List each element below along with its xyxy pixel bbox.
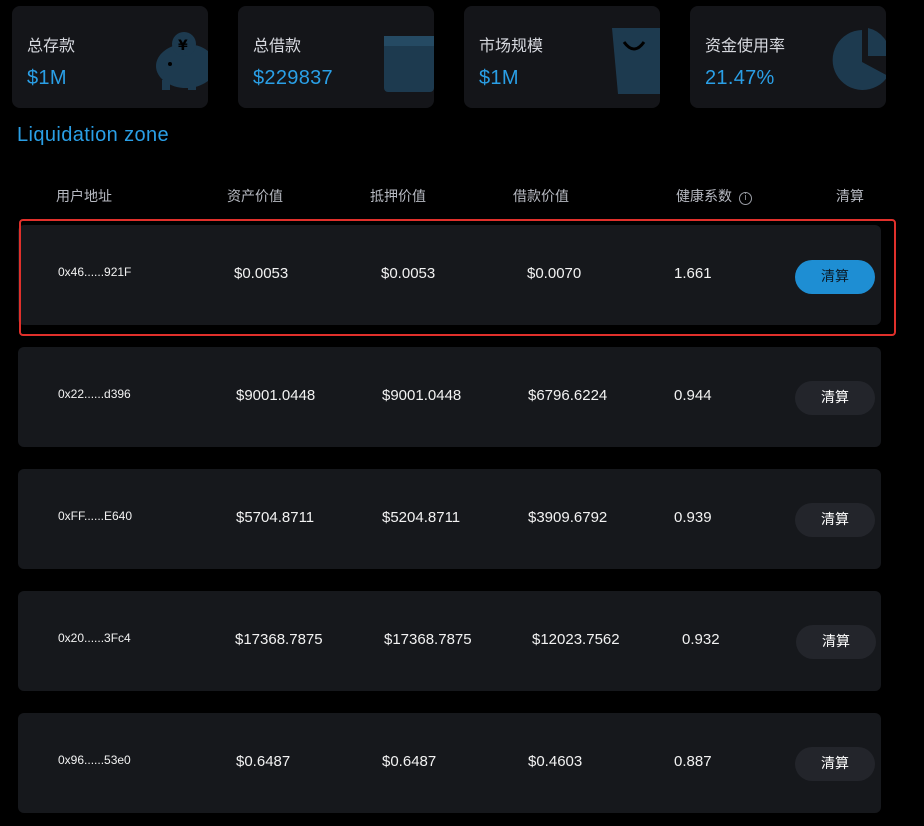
table-row: 0xFF......E640 $5704.8711 $5204.8711 $39… (18, 469, 881, 569)
row-asset-value: $0.6487 (236, 753, 291, 770)
row-address: 0x22......d396 (58, 387, 131, 401)
stat-label: 总存款 (27, 36, 76, 55)
row-asset-value: $17368.7875 (235, 631, 323, 648)
table-row: 0x96......53e0 $0.6487 $0.6487 $0.4603 0… (18, 713, 881, 813)
header-borrow-value: 借款价值 (513, 189, 569, 205)
row-collateral-value: $17368.7875 (384, 631, 472, 648)
row-asset-value: $9001.0448 (236, 387, 316, 404)
stat-value: $229837 (253, 67, 333, 89)
svg-text:¥: ¥ (178, 38, 188, 54)
row-address: 0xFF......E640 (58, 509, 133, 523)
selected-row-highlight (19, 219, 896, 336)
stat-card-utilization-rate: 资金使用率 21.47% (690, 6, 886, 108)
liquidate-button[interactable]: 清算 (795, 747, 875, 781)
row-collateral-value: $5204.8711 (382, 509, 461, 526)
stat-card-market-size: 市场规模 $1M (464, 6, 660, 108)
row-health-factor: 0.944 (674, 387, 712, 404)
stat-card-total-borrows: 总借款 $229837 (238, 6, 434, 108)
header-address: 用户地址 (56, 189, 112, 205)
header-asset-value: 资产价值 (227, 189, 283, 205)
header-collateral-value: 抵押价值 (370, 189, 426, 205)
header-health-label: 健康系数 (676, 189, 732, 205)
row-health-factor: 0.932 (682, 631, 720, 648)
wallet-icon (384, 36, 434, 92)
row-address: 0x20......3Fc4 (58, 631, 131, 645)
row-collateral-value: $0.6487 (382, 753, 437, 770)
header-action: 清算 (836, 189, 864, 205)
stat-label: 市场规模 (479, 36, 544, 55)
row-borrow-value: $0.4603 (528, 753, 583, 770)
row-borrow-value: $6796.6224 (528, 387, 608, 404)
liquidate-button[interactable]: 清算 (795, 381, 875, 415)
row-collateral-value: $9001.0448 (382, 387, 462, 404)
stat-value: $1M (27, 67, 67, 89)
stat-value: 21.47% (705, 67, 775, 89)
liquidate-button[interactable]: 清算 (795, 503, 875, 537)
row-asset-value: $5704.8711 (236, 509, 315, 526)
row-health-factor: 0.887 (674, 753, 712, 770)
row-address: 0x96......53e0 (58, 753, 131, 767)
pie-chart-icon (832, 28, 886, 90)
section-title: Liquidation zone (17, 124, 170, 146)
row-borrow-value: $3909.6792 (528, 509, 608, 526)
stat-card-total-deposits: 总存款 $1M ¥ (12, 6, 208, 108)
row-borrow-value: $12023.7562 (532, 631, 620, 648)
stat-label: 总借款 (253, 36, 302, 55)
piggy-bank-icon: ¥ (156, 32, 208, 90)
liquidate-button[interactable]: 清算 (796, 625, 876, 659)
stat-label: 资金使用率 (705, 36, 786, 55)
stat-value: $1M (479, 67, 519, 89)
row-health-factor: 0.939 (674, 509, 712, 526)
info-icon[interactable]: i (739, 192, 752, 205)
table-row: 0x20......3Fc4 $17368.7875 $17368.7875 $… (18, 591, 881, 691)
table-row: 0x22......d396 $9001.0448 $9001.0448 $67… (18, 347, 881, 447)
header-health-factor: 健康系数 i (676, 186, 752, 206)
shopping-bag-icon (612, 28, 660, 94)
